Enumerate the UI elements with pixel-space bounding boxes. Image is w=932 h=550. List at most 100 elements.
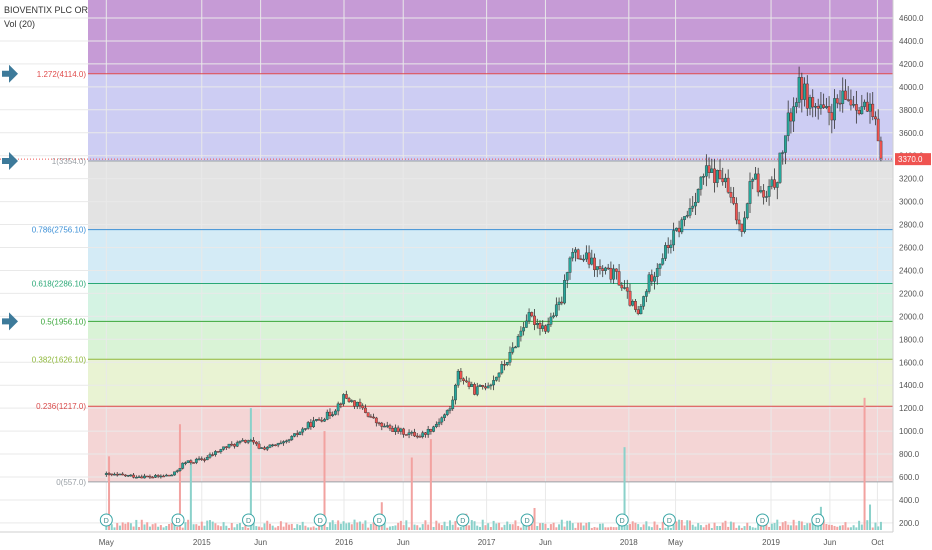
time-axis-tick-label: Jun bbox=[397, 538, 410, 547]
volume-bar bbox=[519, 527, 522, 530]
volume-bar bbox=[424, 520, 427, 530]
candle-body bbox=[672, 230, 676, 246]
volume-bar bbox=[724, 520, 727, 530]
volume-bar bbox=[697, 523, 700, 530]
volume-bar bbox=[713, 522, 716, 530]
price-chart[interactable]: 1.272(4114.0) 1(3354.0) 0.786(2756.10) 0.61… bbox=[0, 0, 932, 550]
volume-bar bbox=[738, 525, 741, 530]
candle-body bbox=[865, 101, 869, 112]
volume-bar bbox=[604, 527, 607, 530]
dividend-marker-label: D bbox=[620, 518, 625, 525]
price-axis-tick-label: 1000.0 bbox=[899, 427, 924, 436]
volume-bar bbox=[184, 522, 187, 530]
volume-bar bbox=[432, 526, 435, 530]
candle-body bbox=[334, 410, 337, 415]
volume-bar bbox=[577, 522, 580, 530]
annotation-arrow-icon bbox=[2, 151, 18, 170]
candle-body bbox=[674, 227, 678, 231]
volume-bar bbox=[307, 527, 310, 530]
volume-bar bbox=[588, 522, 591, 530]
time-axis-bg bbox=[0, 532, 932, 550]
candle-body bbox=[606, 267, 610, 270]
candle-body bbox=[642, 296, 646, 307]
candle-body bbox=[857, 110, 861, 115]
candle-body bbox=[173, 471, 176, 476]
price-axis-tick-label: 1800.0 bbox=[899, 335, 924, 344]
fib-band-above-1272 bbox=[88, 0, 893, 74]
candle-body bbox=[113, 473, 116, 476]
candle-body bbox=[263, 447, 266, 450]
candle-body bbox=[216, 451, 220, 453]
candle-body bbox=[808, 97, 812, 109]
candle-body bbox=[410, 431, 414, 434]
candle-body bbox=[745, 203, 749, 219]
candle-body bbox=[505, 362, 509, 366]
candle-body bbox=[353, 400, 356, 407]
volume-bar bbox=[735, 527, 738, 530]
time-axis-tick-label: Jun bbox=[823, 538, 836, 547]
volume-bar bbox=[285, 522, 288, 530]
volume-bar bbox=[798, 520, 801, 530]
candle-body bbox=[593, 257, 596, 271]
volume-bar bbox=[331, 520, 334, 530]
candle-body bbox=[279, 442, 283, 445]
dividend-marker-label: D bbox=[246, 518, 251, 525]
volume-bar bbox=[593, 527, 596, 530]
price-axis-tick-label: 1200.0 bbox=[899, 404, 924, 413]
candle-body bbox=[271, 444, 275, 447]
candle-body bbox=[426, 429, 430, 435]
candle-body bbox=[184, 462, 187, 464]
candle-body bbox=[691, 205, 695, 209]
volume-bar bbox=[661, 521, 664, 530]
candle-body bbox=[560, 301, 564, 304]
volume-bar bbox=[451, 524, 454, 530]
volume-bar bbox=[364, 520, 367, 530]
candle-body bbox=[244, 439, 247, 443]
candle-body bbox=[124, 474, 127, 477]
candle-body bbox=[366, 412, 370, 417]
volume-bar bbox=[135, 519, 138, 530]
volume-bar bbox=[571, 523, 574, 530]
volume-bar bbox=[642, 524, 645, 530]
candle-body bbox=[451, 399, 455, 409]
candle-body bbox=[137, 476, 141, 479]
candle-body bbox=[312, 420, 316, 428]
candle-body bbox=[110, 473, 114, 476]
candle-body bbox=[838, 102, 842, 105]
candle-body bbox=[874, 116, 877, 120]
volume-bar bbox=[877, 526, 880, 530]
candle-body bbox=[661, 258, 665, 265]
candle-body bbox=[680, 219, 684, 233]
candle-body bbox=[358, 401, 362, 407]
candle-body bbox=[473, 384, 476, 395]
candle-body bbox=[445, 410, 449, 415]
volume-bar bbox=[225, 525, 228, 530]
candle-body bbox=[325, 411, 329, 420]
volume-bar bbox=[795, 525, 798, 530]
candle-body bbox=[233, 444, 236, 447]
candle-body bbox=[508, 352, 512, 363]
volume-bar bbox=[219, 526, 222, 530]
volume-bar bbox=[146, 522, 149, 530]
price-axis-tick-label: 600.0 bbox=[899, 473, 920, 482]
volume-bar bbox=[487, 523, 490, 530]
dividend-marker-label: D bbox=[104, 518, 109, 525]
volume-bar bbox=[121, 522, 124, 530]
volume-bar bbox=[271, 525, 274, 530]
fib-label-0.236: 0.236(1217.0) bbox=[36, 402, 86, 411]
candle-body bbox=[833, 98, 836, 121]
candle-body bbox=[104, 473, 108, 475]
volume-bar bbox=[866, 520, 869, 530]
candle-body bbox=[246, 440, 250, 443]
volume-bar bbox=[187, 519, 190, 530]
volume-bar bbox=[356, 522, 359, 530]
candle-body bbox=[205, 457, 209, 461]
volume-bar bbox=[438, 523, 441, 530]
price-axis-tick-label: 4400.0 bbox=[899, 37, 924, 46]
candle-body bbox=[805, 83, 809, 109]
candle-body bbox=[587, 252, 591, 265]
candle-body bbox=[298, 431, 302, 435]
volume-bar bbox=[628, 524, 631, 530]
volume-bar bbox=[154, 523, 157, 530]
candle-body bbox=[535, 323, 539, 325]
